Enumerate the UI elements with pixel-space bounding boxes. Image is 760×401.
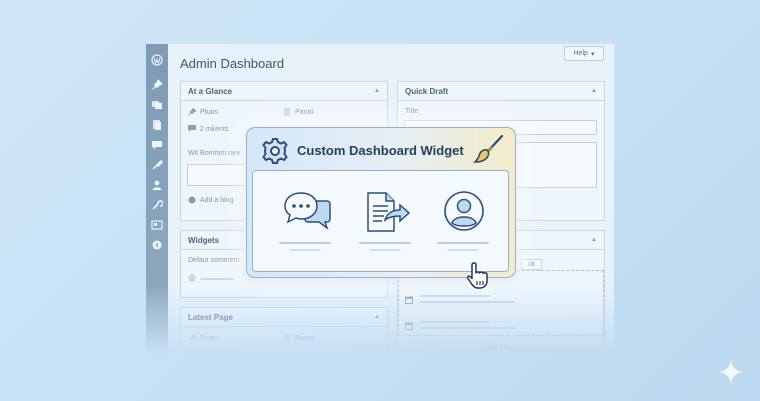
comments-icon[interactable]	[149, 137, 165, 153]
panel-title: At a Glance	[188, 86, 233, 96]
latest-item-label: Phtes	[200, 334, 218, 342]
help-label: Help	[573, 50, 588, 57]
user-avatar-icon[interactable]	[443, 190, 485, 232]
activity-line	[420, 321, 490, 323]
comment-icon	[188, 125, 196, 132]
glance-label: Paroti	[295, 108, 314, 116]
glance-description: Wit Bommm rare	[188, 150, 241, 157]
collapse-arrow-icon[interactable]: ▲	[591, 88, 597, 94]
caption-line	[437, 242, 489, 244]
add-more-label: + Add More	[480, 344, 516, 351]
sparkle-icon	[719, 360, 743, 384]
activity-line	[420, 295, 490, 297]
appearance-icon[interactable]	[149, 157, 165, 173]
add-more-link[interactable]: + Add More	[480, 344, 516, 351]
panel-title: Latest Page	[188, 312, 233, 322]
caption-line	[359, 242, 411, 244]
help-button[interactable]: Help ▾	[564, 46, 604, 61]
panel-header[interactable]: At a Glance ▲	[181, 82, 387, 101]
caption-line	[447, 249, 479, 251]
pin-icon	[190, 334, 196, 340]
collapse-arrow-icon[interactable]: ▲	[374, 314, 380, 320]
glance-label: 2 mkents	[200, 125, 229, 133]
activity-line	[420, 327, 515, 329]
page-icon	[284, 108, 290, 116]
caption-line	[289, 249, 321, 251]
title-label: Title	[405, 108, 418, 115]
caption-line	[369, 249, 401, 251]
widget-body	[252, 170, 509, 272]
collapse-arrow-icon[interactable]: ▲	[374, 88, 380, 94]
add-blog-link[interactable]: Add a blog	[188, 196, 233, 204]
field-label: Title	[405, 108, 418, 115]
panel-header[interactable]: Latest Page ▲	[181, 308, 387, 327]
glance-item-comments[interactable]: 2 mkents	[188, 125, 228, 133]
pin-icon	[188, 108, 196, 116]
wordpress-icon[interactable]	[149, 52, 165, 68]
collapse-arrow-icon[interactable]: ▲	[591, 237, 597, 243]
caption-line	[279, 242, 331, 244]
activity-line	[420, 301, 515, 303]
users-icon[interactable]	[149, 177, 165, 193]
widget-item-label: Defaut comment	[188, 257, 240, 264]
calendar-icon	[405, 322, 413, 330]
widget-row	[188, 274, 196, 282]
glance-item-pages[interactable]: Paroti	[283, 108, 313, 116]
calendar-icon	[405, 296, 413, 304]
link-label: Add a blog	[200, 196, 234, 204]
latest-item[interactable]: Phtes	[188, 334, 218, 342]
panel-header[interactable]: Quick Draft ▲	[398, 82, 604, 101]
admin-sidebar	[146, 44, 168, 354]
panel-title: Quick Draft	[405, 86, 449, 96]
paintbrush-icon[interactable]	[473, 134, 505, 164]
latest-page-panel: Latest Page ▲ Phtes Paoon	[180, 307, 388, 354]
latest-item[interactable]: Paoon	[283, 334, 315, 342]
glance-item-posts[interactable]: Phats	[188, 108, 218, 116]
hand-cursor-icon	[466, 262, 488, 289]
chevron-down-icon: ▾	[590, 50, 595, 58]
collapse-icon[interactable]	[149, 237, 165, 253]
latest-item-label: Paoon	[295, 334, 316, 342]
tools-icon[interactable]	[149, 197, 165, 213]
pages-icon[interactable]	[149, 117, 165, 133]
glance-text: Wit Bommm rare	[188, 150, 241, 157]
tab-label: ok	[528, 261, 536, 268]
page-icon	[284, 334, 290, 342]
tab-button[interactable]: ok	[521, 259, 543, 270]
custom-dashboard-widget[interactable]: Custom Dashboard Widget	[246, 127, 516, 278]
avatar-icon	[188, 274, 196, 282]
pin-icon[interactable]	[149, 77, 165, 93]
placeholder-line	[200, 278, 234, 280]
widget-item: Defaut comment	[188, 257, 239, 264]
glance-label: Phats	[200, 108, 218, 116]
comments-icon[interactable]	[283, 191, 331, 233]
settings-icon[interactable]	[149, 217, 165, 233]
media-icon[interactable]	[149, 97, 165, 113]
panel-title: Widgets	[188, 235, 220, 245]
page-title: Admin Dashboard	[180, 56, 285, 71]
globe-icon	[188, 196, 196, 204]
gear-icon[interactable]	[260, 136, 290, 166]
widget-title: Custom Dashboard Widget	[297, 143, 464, 158]
document-share-icon[interactable]	[364, 190, 410, 234]
